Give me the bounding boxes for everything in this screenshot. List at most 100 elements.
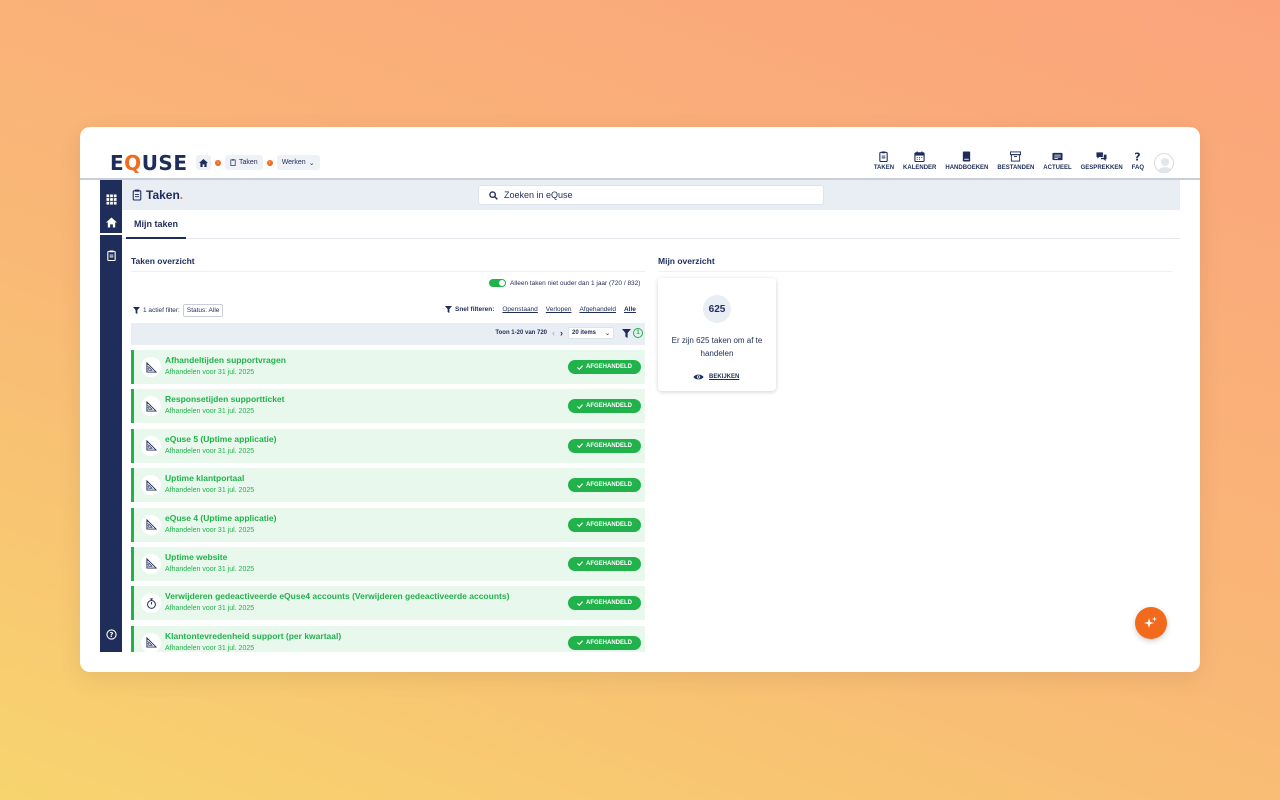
task-title[interactable]: Responsetijden supportticket — [165, 394, 285, 404]
status-filter-chip[interactable]: Status: Alle — [182, 304, 224, 317]
check-icon — [577, 561, 583, 567]
task-due-date: Afhandelen voor 31 jul. 2025 — [165, 565, 255, 573]
status-badge-label: AFGEHANDELD — [586, 521, 632, 528]
task-list: Afhandeltijden supportvragen Afhandelen v… — [131, 350, 645, 652]
task-row[interactable]: eQuse 4 (Uptime applicatie) Afhandelen vo… — [131, 507, 645, 542]
search-input[interactable] — [504, 190, 804, 200]
ai-assistant-button[interactable] — [1135, 607, 1167, 639]
recent-tasks-toggle-label: Alleen taken niet ouder dan 1 jaar (720 … — [510, 279, 641, 287]
items-per-page-value: 20 items — [572, 330, 597, 336]
status-badge: AFGEHANDELD — [568, 556, 641, 571]
task-row[interactable]: Uptime website Afhandelen voor 31 jul. 20… — [131, 546, 645, 581]
nav-kalender-label: KALENDER — [903, 165, 937, 171]
search-icon — [489, 190, 498, 200]
breadcrumb-taken[interactable]: Taken — [225, 155, 263, 170]
status-badge-label: AFGEHANDELD — [586, 560, 632, 567]
filter-toggle-button[interactable]: 1 — [622, 328, 643, 338]
page-title-dot: . — [179, 188, 184, 202]
task-title[interactable]: Uptime website — [165, 552, 227, 562]
task-due-date: Afhandelen voor 31 jul. 2025 — [165, 487, 255, 495]
side-rail: ? — [100, 180, 122, 652]
nav-gesprekken[interactable]: GESPREKKEN — [1081, 151, 1123, 171]
set-square-icon — [141, 475, 161, 496]
active-filter-label: 1 actief filter: — [143, 307, 180, 314]
task-title[interactable]: Klantontevredenheid support (per kwartaa… — [165, 631, 341, 641]
sparkles-icon — [1144, 616, 1157, 628]
question-icon: ? — [1135, 151, 1141, 162]
status-badge: AFGEHANDELD — [568, 478, 641, 493]
recent-tasks-toggle[interactable] — [489, 279, 506, 287]
check-icon — [577, 482, 583, 488]
user-avatar[interactable] — [1154, 153, 1174, 173]
pagination: Toon 1-20 van 720 ‹ › 20 items ⌄ 1 — [495, 327, 643, 339]
chevron-left-icon[interactable]: ‹ — [552, 328, 555, 338]
task-row[interactable]: Afhandeltijden supportvragen Afhandelen v… — [131, 350, 645, 384]
status-badge: AFGEHANDELD — [568, 399, 641, 414]
task-row[interactable]: eQuse 5 (Uptime applicatie) Afhandelen vo… — [131, 428, 645, 463]
nav-gesprekken-label: GESPREKKEN — [1080, 165, 1123, 171]
search-box[interactable] — [478, 185, 824, 205]
set-square-icon — [141, 553, 161, 574]
task-title[interactable]: Afhandeltijden supportvragen — [165, 355, 286, 365]
status-badge-label: AFGEHANDELD — [586, 639, 632, 646]
nav-kalender[interactable]: KALENDER — [903, 151, 936, 171]
equse-logo[interactable]: EQUSE — [110, 151, 188, 175]
svg-text:?: ? — [1135, 151, 1141, 162]
task-title[interactable]: eQuse 4 (Uptime applicatie) — [165, 513, 276, 523]
task-title[interactable]: eQuse 5 (Uptime applicatie) — [165, 434, 276, 444]
nav-faq-label: FAQ — [1131, 165, 1144, 171]
status-badge-label: AFGEHANDELD — [586, 482, 632, 489]
quick-filter-verlopen[interactable]: Verlopen — [546, 306, 572, 313]
nav-bestanden[interactable]: BESTANDEN — [997, 151, 1034, 171]
nav-actueel[interactable]: ACTUEEL — [1043, 151, 1072, 171]
taken-overzicht-title: Taken overzicht — [131, 256, 195, 266]
quick-filter-openstaand[interactable]: Openstaand — [502, 306, 537, 313]
task-row[interactable]: Responsetijden supportticket Afhandelen v… — [131, 389, 645, 424]
eye-icon — [693, 374, 704, 380]
nav-handboeken[interactable]: HANDBOEKEN — [945, 151, 988, 171]
list-toolbar: Toon 1-20 van 720 ‹ › 20 items ⌄ 1 — [131, 323, 645, 345]
nav-taken[interactable]: TAKEN — [874, 151, 894, 171]
clipboard-icon — [230, 159, 236, 166]
overview-card: 625 Er zijn 625 taken om af te handelen … — [658, 278, 776, 391]
nav-faq[interactable]: ? FAQ — [1132, 151, 1144, 171]
task-title[interactable]: Verwijderen gedeactiveerde eQuse4 accoun… — [165, 591, 509, 601]
tab-mijn-taken[interactable]: Mijn taken — [126, 210, 187, 239]
breadcrumb-werken-dropdown[interactable]: Werken ⌄ — [276, 155, 320, 170]
divider — [131, 271, 645, 272]
breadcrumb-home[interactable] — [196, 155, 211, 170]
home-icon — [199, 158, 208, 167]
quick-filter-afgehandeld[interactable]: Afgehandeld — [579, 306, 616, 313]
task-title[interactable]: Uptime klantportaal — [165, 473, 244, 483]
tab-bar: Mijn taken — [122, 210, 1180, 239]
task-row[interactable]: Uptime klantportaal Afhandelen voor 31 ju… — [131, 468, 645, 503]
help-circle-icon[interactable]: ? — [100, 623, 122, 645]
status-badge-label: AFGEHANDELD — [586, 600, 632, 607]
task-due-date: Afhandelen voor 31 jul. 2025 — [165, 644, 255, 652]
top-header: EQUSE › Taken › Werken ⌄ TAKEN KALENDER … — [80, 127, 1200, 180]
quick-filters: Snel filteren: Openstaand Verlopen Afgeh… — [445, 306, 636, 313]
quick-filter-label-group: Snel filteren: — [445, 306, 494, 313]
chat-icon — [1096, 152, 1107, 162]
task-due-date: Afhandelen voor 31 jul. 2025 — [165, 369, 255, 376]
chevron-right-icon[interactable]: › — [560, 328, 563, 338]
view-tasks-link[interactable]: BEKIJKEN — [693, 373, 739, 381]
clipboard-icon[interactable] — [100, 244, 122, 266]
status-badge-label: AFGEHANDELD — [586, 364, 632, 370]
check-icon — [577, 522, 583, 528]
set-square-icon — [141, 435, 161, 456]
set-square-icon — [141, 396, 161, 417]
breadcrumb-taken-label: Taken — [239, 159, 258, 166]
items-per-page-select[interactable]: 20 items ⌄ — [568, 327, 614, 339]
view-tasks-label: BEKIJKEN — [709, 374, 740, 380]
home-icon[interactable] — [100, 211, 122, 235]
task-row[interactable]: Verwijderen gedeactiveerde eQuse4 accoun… — [131, 586, 645, 621]
filter-icon — [133, 307, 140, 314]
quick-filter-alle[interactable]: Alle — [624, 306, 636, 313]
breadcrumb-werken-label: Werken — [281, 159, 306, 166]
clipboard-icon — [879, 151, 889, 162]
status-badge: AFGEHANDELD — [568, 438, 641, 453]
apps-grid-icon[interactable] — [100, 188, 122, 210]
task-row[interactable]: Klantontevredenheid support (per kwartaa… — [131, 625, 645, 652]
task-due-date: Afhandelen voor 31 jul. 2025 — [165, 526, 255, 534]
